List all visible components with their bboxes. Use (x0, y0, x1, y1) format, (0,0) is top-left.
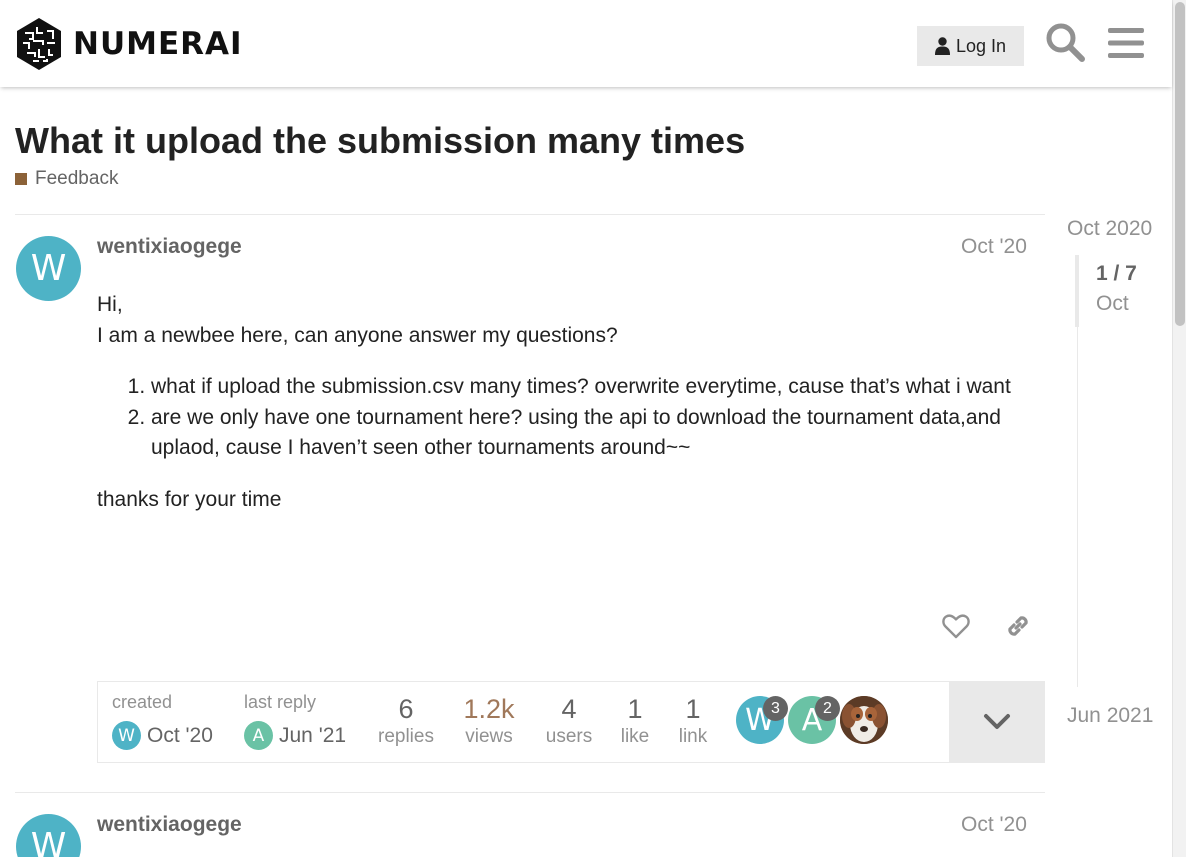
list-item: what if upload the submission.csv many t… (151, 372, 1017, 403)
avatar[interactable]: W (16, 814, 81, 857)
numerai-logo-icon (17, 18, 61, 70)
post-text-line: Hi, (97, 293, 123, 316)
topic-title[interactable]: What it upload the submission many times (15, 120, 745, 162)
question-list: what if upload the submission.csv many t… (151, 372, 1017, 464)
login-button[interactable]: Log In (917, 26, 1024, 66)
created-date: Oct '20 (147, 724, 213, 747)
list-item: are we only have one tournament here? us… (151, 403, 1017, 464)
logo-wordmark: NUMERAI (73, 26, 243, 62)
stat-label: link (678, 726, 708, 747)
participant-avatar[interactable] (840, 696, 888, 744)
created-label: created (112, 692, 173, 712)
timeline-position-date: Oct (1096, 292, 1129, 315)
last-reply-date: Jun '21 (279, 724, 347, 747)
stat-number: 6 (398, 694, 414, 724)
expand-topic-map-button[interactable] (949, 682, 1045, 762)
avatar: A (244, 721, 273, 750)
user-icon (934, 37, 950, 55)
scrollbar-thumb[interactable] (1175, 2, 1185, 326)
dog-photo-avatar (840, 696, 888, 744)
site-logo[interactable]: NUMERAI (15, 17, 243, 71)
participant-post-count: 2 (815, 696, 840, 721)
avatar: W (112, 721, 141, 750)
avatar-letter: W (30, 826, 67, 857)
avatar[interactable]: W (16, 236, 81, 301)
stat-number: 1 (685, 694, 701, 724)
post-text-line: thanks for your time (97, 487, 282, 511)
stat-label: views (465, 726, 513, 747)
category-label: Feedback (35, 168, 119, 189)
stat-replies: 6 replies (366, 693, 446, 749)
stat-links: 1 link (653, 693, 733, 749)
avatar-letter: W (30, 248, 67, 289)
avatar-letter: W (118, 725, 135, 746)
post-body: Hi, I am a newbee here, can anyone answe… (97, 290, 1017, 515)
page-scrollbar[interactable] (1172, 0, 1186, 857)
heart-icon (942, 613, 970, 638)
post-text-line: I am a newbee here, can anyone answer my… (97, 323, 618, 347)
avatar-letter: A (252, 725, 265, 746)
created-section[interactable]: created W Oct '20 (112, 682, 232, 762)
search-button[interactable] (1043, 20, 1087, 64)
topic-map: created W Oct '20 last reply A Jun '21 6… (97, 681, 1045, 763)
post-divider (15, 214, 1045, 215)
copy-link-button[interactable] (998, 606, 1038, 646)
stat-number: 1.2k (463, 694, 515, 724)
hamburger-menu-button[interactable] (1105, 22, 1147, 64)
login-label: Log In (955, 35, 1007, 56)
post-username[interactable]: wentixiaogege (97, 813, 242, 837)
site-header: NUMERAI Log In (0, 0, 1172, 87)
participant-post-count: 3 (763, 696, 788, 721)
post-username[interactable]: wentixiaogege (97, 235, 242, 259)
hamburger-menu-icon (1108, 28, 1144, 58)
link-icon (1008, 616, 1028, 636)
last-reply-section[interactable]: last reply A Jun '21 (244, 682, 364, 762)
chevron-down-icon (984, 714, 1010, 729)
like-button[interactable] (936, 606, 976, 646)
timeline-handle[interactable] (1075, 255, 1079, 327)
last-reply-label: last reply (244, 692, 317, 712)
timeline-start-date[interactable]: Oct 2020 (1067, 217, 1152, 241)
timeline-end-date[interactable]: Jun 2021 (1067, 704, 1153, 728)
search-icon (1046, 23, 1085, 62)
stat-views: 1.2k views (449, 693, 529, 749)
timeline-position: 1 / 7 (1096, 262, 1137, 285)
category-badge[interactable]: Feedback (15, 168, 118, 190)
category-color-swatch (15, 173, 27, 185)
stat-label: replies (378, 726, 434, 747)
post-date[interactable]: Oct '20 (961, 813, 1027, 837)
post-divider (15, 792, 1045, 793)
post-date[interactable]: Oct '20 (961, 235, 1027, 259)
